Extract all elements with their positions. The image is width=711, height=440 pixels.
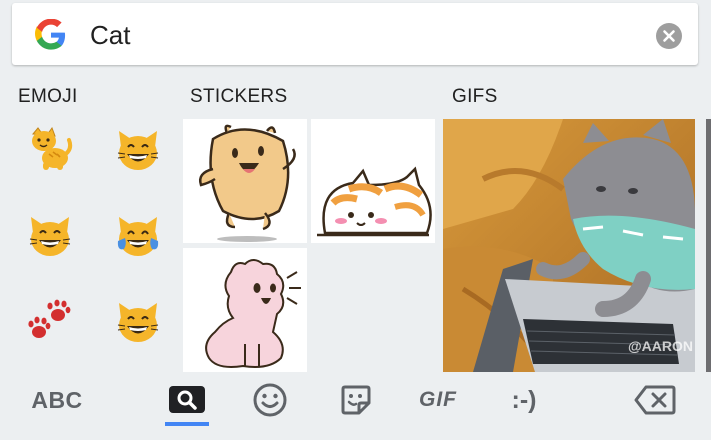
gif-watermark: @AARON bbox=[628, 338, 693, 354]
search-query[interactable]: Cat bbox=[90, 20, 130, 50]
backspace-button[interactable] bbox=[632, 372, 678, 428]
active-tab-indicator bbox=[165, 422, 209, 426]
stickers-section-label: STICKERS bbox=[190, 86, 288, 107]
gifs-section-label: GIFS bbox=[452, 86, 498, 107]
close-icon bbox=[663, 30, 675, 42]
emoticon-tab[interactable]: :-) bbox=[494, 372, 554, 428]
grinning-cat-icon[interactable] bbox=[115, 299, 161, 345]
stickers-tab[interactable] bbox=[336, 372, 376, 428]
backspace-icon bbox=[634, 385, 676, 415]
emoji-section-label: EMOJI bbox=[18, 86, 78, 107]
gif-tab[interactable]: GIF bbox=[406, 372, 470, 428]
sticker-icon bbox=[341, 385, 371, 415]
alpaca-sticker-image bbox=[205, 259, 301, 368]
search-icon bbox=[169, 386, 205, 413]
search-tab[interactable] bbox=[165, 372, 209, 428]
grinning-cat-icon[interactable] bbox=[27, 213, 73, 259]
sticker-dancing-hamster[interactable] bbox=[183, 119, 307, 243]
gif-next-partial[interactable] bbox=[706, 119, 711, 372]
emoji-tab[interactable] bbox=[250, 372, 290, 428]
grinning-cat-icon[interactable] bbox=[115, 127, 161, 173]
paw-prints-icon[interactable] bbox=[27, 298, 73, 344]
hamster-sticker-image bbox=[199, 124, 296, 242]
cat-icon[interactable] bbox=[27, 126, 73, 172]
cat-typing-gif-image bbox=[443, 119, 695, 372]
abc-keyboard-button[interactable]: ABC bbox=[22, 372, 92, 428]
sticker-sleepy-cat[interactable] bbox=[311, 119, 435, 243]
clear-search-button[interactable] bbox=[656, 23, 682, 49]
gif-cat-typing[interactable]: @AARON bbox=[443, 119, 695, 372]
smiley-icon bbox=[253, 383, 287, 417]
sleepy-cat-sticker-image bbox=[317, 166, 432, 237]
sticker-fluffy-alpaca[interactable] bbox=[183, 248, 307, 372]
google-logo-icon bbox=[35, 19, 66, 50]
keyboard-bottom-bar: ABC GIF :-) bbox=[0, 372, 711, 440]
cat-tears-of-joy-icon[interactable] bbox=[115, 213, 161, 259]
search-bar[interactable]: Cat bbox=[12, 3, 698, 65]
